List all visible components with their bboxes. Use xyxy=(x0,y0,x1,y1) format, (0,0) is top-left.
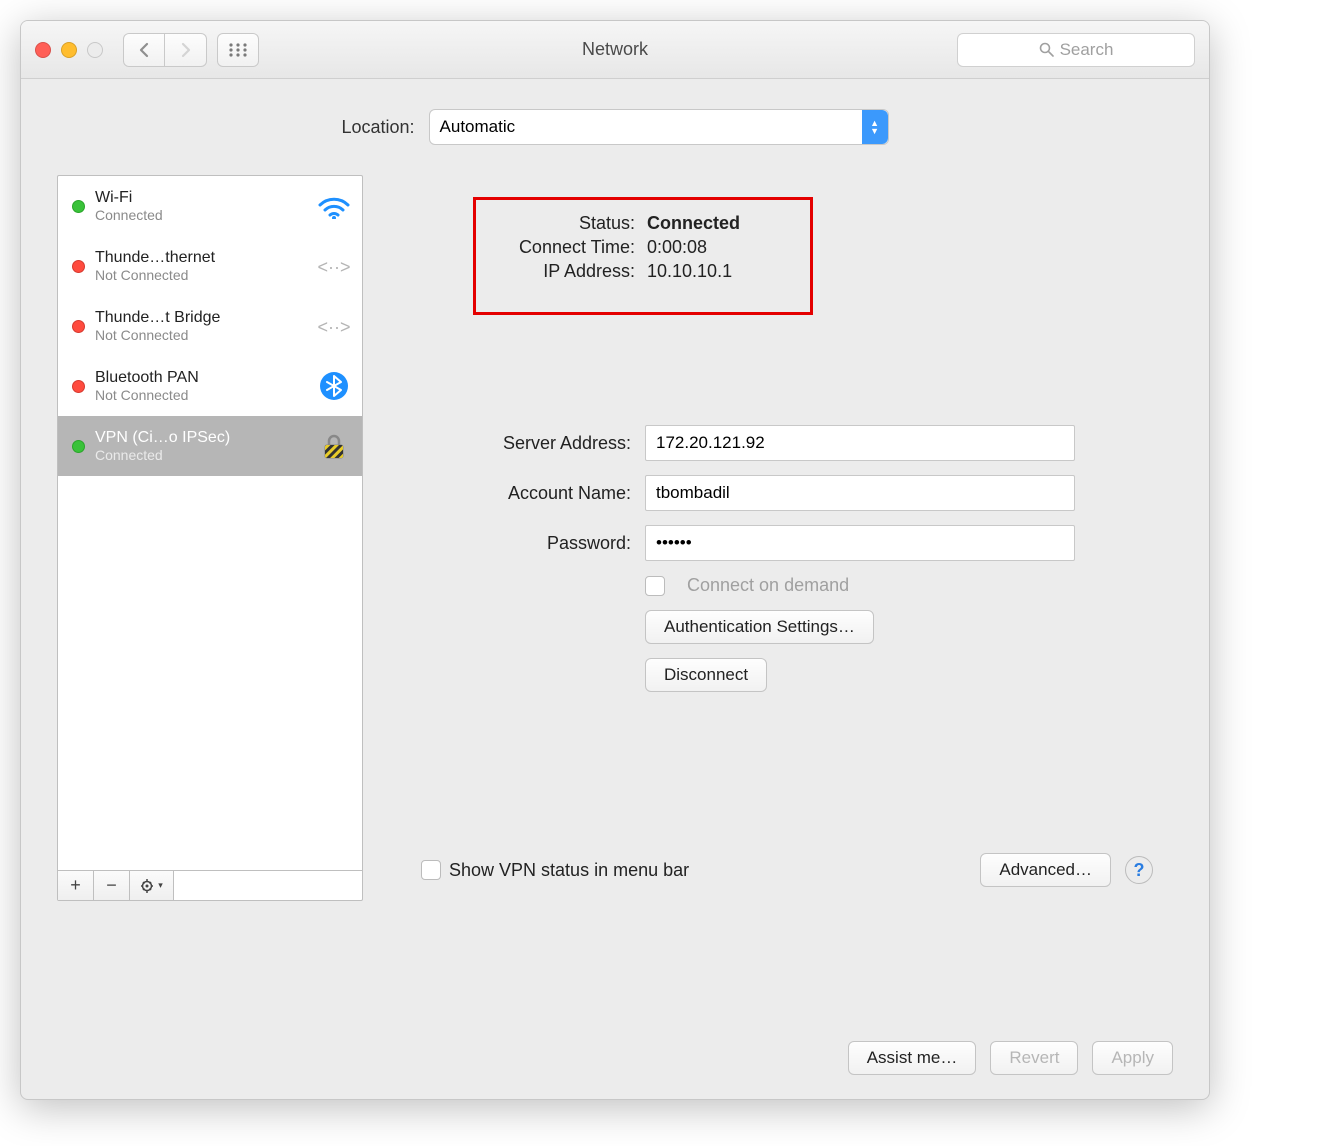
nav-buttons xyxy=(123,33,207,67)
interface-list: Wi-Fi Connected Thunde…thernet Not Conne… xyxy=(58,176,362,870)
location-value: Automatic xyxy=(440,117,516,137)
sidebar-item-bluetooth-pan[interactable]: Bluetooth PAN Not Connected xyxy=(58,356,362,416)
search-field[interactable]: Search xyxy=(957,33,1195,67)
help-button[interactable]: ? xyxy=(1125,856,1153,884)
location-row: Location: Automatic ▲▼ xyxy=(57,109,1173,145)
gear-icon xyxy=(140,878,156,894)
show-vpn-menubar-label: Show VPN status in menu bar xyxy=(449,860,689,881)
search-icon xyxy=(1039,42,1054,57)
connect-on-demand-checkbox[interactable] xyxy=(645,576,665,596)
interface-name: VPN (Ci…o IPSec) xyxy=(95,429,306,447)
bluetooth-icon xyxy=(316,371,352,401)
status-dot-icon xyxy=(72,200,85,213)
show-vpn-menubar-checkbox[interactable] xyxy=(421,860,441,880)
sidebar-item-thunderbolt-ethernet[interactable]: Thunde…thernet Not Connected <··> xyxy=(58,236,362,296)
columns: Wi-Fi Connected Thunde…thernet Not Conne… xyxy=(57,175,1173,901)
bottom-row: Show VPN status in menu bar Advanced… ? xyxy=(421,853,1153,887)
ip-address-value: 10.10.10.1 xyxy=(647,261,796,282)
svg-text:<··>: <··> xyxy=(317,257,350,277)
add-interface-button[interactable]: + xyxy=(58,871,94,900)
window-title: Network xyxy=(582,39,648,60)
password-label: Password: xyxy=(421,533,631,554)
server-address-label: Server Address: xyxy=(421,433,631,454)
interface-sidebar: Wi-Fi Connected Thunde…thernet Not Conne… xyxy=(57,175,363,901)
zoom-window-button[interactable] xyxy=(87,42,103,58)
close-window-button[interactable] xyxy=(35,42,51,58)
window-controls xyxy=(35,42,103,58)
status-dot-icon xyxy=(72,440,85,453)
network-window: Network Search Location: Automatic ▲▼ Wi… xyxy=(20,20,1210,1100)
account-name-label: Account Name: xyxy=(421,483,631,504)
status-dot-icon xyxy=(72,320,85,333)
lock-icon xyxy=(316,431,352,461)
password-input[interactable] xyxy=(645,525,1075,561)
status-dot-icon xyxy=(72,260,85,273)
location-select[interactable]: Automatic ▲▼ xyxy=(429,109,889,145)
interface-name: Thunde…thernet xyxy=(95,249,306,267)
connect-time-label: Connect Time: xyxy=(490,237,635,258)
wifi-icon xyxy=(316,191,352,221)
assist-me-button[interactable]: Assist me… xyxy=(848,1041,977,1075)
ethernet-icon: <··> xyxy=(316,311,352,341)
account-name-input[interactable] xyxy=(645,475,1075,511)
interface-name: Thunde…t Bridge xyxy=(95,309,306,327)
back-button[interactable] xyxy=(123,33,165,67)
forward-button[interactable] xyxy=(165,33,207,67)
status-highlight-box: Status: Connected Connect Time: 0:00:08 IP… xyxy=(473,197,813,315)
status-label: Status: xyxy=(490,213,635,234)
sidebar-item-wifi[interactable]: Wi-Fi Connected xyxy=(58,176,362,236)
status-dot-icon xyxy=(72,380,85,393)
apply-button[interactable]: Apply xyxy=(1092,1041,1173,1075)
detail-pane: Status: Connected Connect Time: 0:00:08 IP… xyxy=(381,175,1173,901)
interface-status: Connected xyxy=(95,447,306,463)
show-all-button[interactable] xyxy=(217,33,259,67)
minimize-window-button[interactable] xyxy=(61,42,77,58)
connect-on-demand-label: Connect on demand xyxy=(687,575,849,596)
server-address-input[interactable] xyxy=(645,425,1075,461)
connect-time-value: 0:00:08 xyxy=(647,237,796,258)
disconnect-button[interactable]: Disconnect xyxy=(645,658,767,692)
chevron-down-icon: ▾ xyxy=(158,880,163,891)
interface-status: Not Connected xyxy=(95,327,306,343)
revert-button[interactable]: Revert xyxy=(990,1041,1078,1075)
interface-status: Not Connected xyxy=(95,387,306,403)
interface-options-button[interactable]: ▾ xyxy=(130,871,174,900)
titlebar: Network Search xyxy=(21,21,1209,79)
interface-name: Bluetooth PAN xyxy=(95,369,306,387)
ip-address-label: IP Address: xyxy=(490,261,635,282)
sidebar-footer: + − ▾ xyxy=(58,870,362,900)
vpn-form: Server Address: Account Name: Password: … xyxy=(421,425,1153,692)
search-placeholder: Search xyxy=(1060,40,1114,60)
interface-status: Connected xyxy=(95,207,306,223)
advanced-button[interactable]: Advanced… xyxy=(980,853,1111,887)
svg-text:<··>: <··> xyxy=(317,317,350,337)
select-arrows-icon: ▲▼ xyxy=(862,110,888,144)
status-value: Connected xyxy=(647,213,796,234)
ethernet-icon: <··> xyxy=(316,251,352,281)
footer-buttons: Assist me… Revert Apply xyxy=(848,1041,1173,1075)
interface-name: Wi-Fi xyxy=(95,189,306,207)
remove-interface-button[interactable]: − xyxy=(94,871,130,900)
window-body: Location: Automatic ▲▼ Wi-Fi Connected xyxy=(21,79,1209,921)
sidebar-item-vpn[interactable]: VPN (Ci…o IPSec) Connected xyxy=(58,416,362,476)
authentication-settings-button[interactable]: Authentication Settings… xyxy=(645,610,874,644)
location-label: Location: xyxy=(341,117,414,138)
interface-status: Not Connected xyxy=(95,267,306,283)
sidebar-item-thunderbolt-bridge[interactable]: Thunde…t Bridge Not Connected <··> xyxy=(58,296,362,356)
